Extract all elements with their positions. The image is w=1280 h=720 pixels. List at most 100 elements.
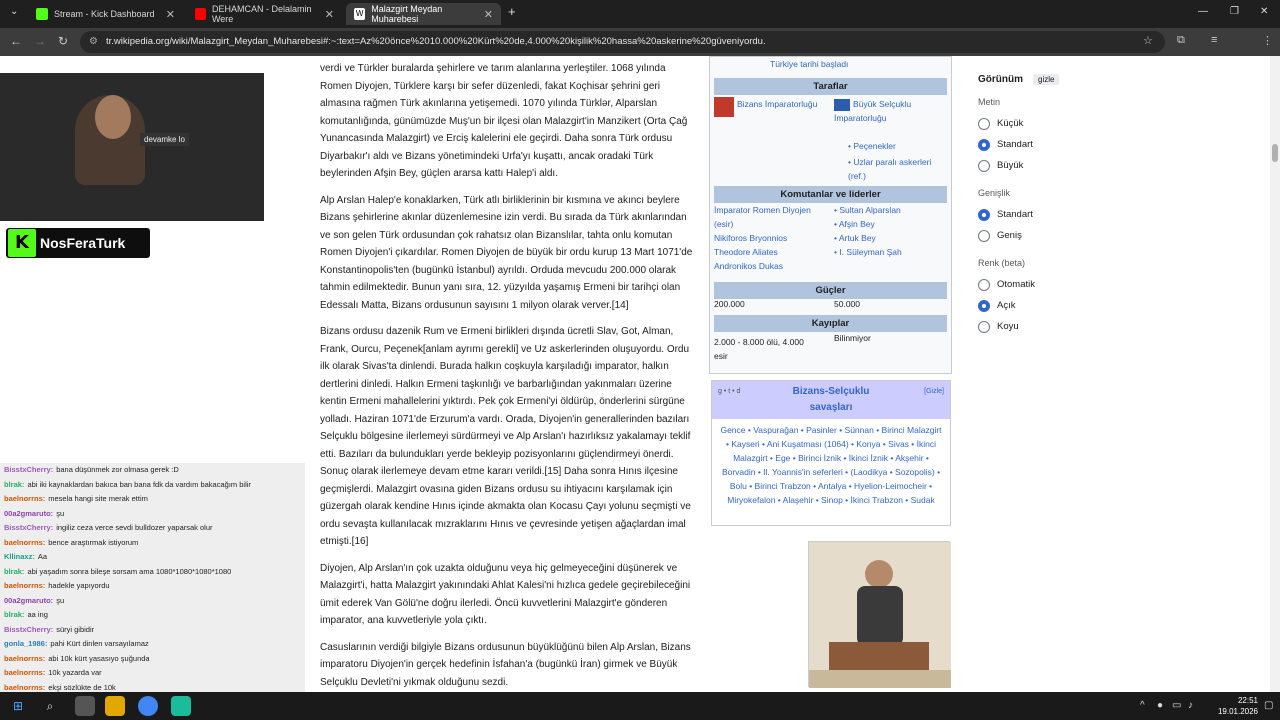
app-icon[interactable] [171, 696, 191, 716]
text-size-standard[interactable]: Standart [978, 134, 1128, 155]
side-seljuk[interactable]: Büyük Selçuklu İmparatorluğu [834, 97, 949, 125]
streamer-name: NosFeraTurk [40, 235, 126, 251]
article-paragraph: Casuslarının verdiği bilgiyle Bizans ord… [320, 641, 691, 688]
infobox-header-losses: Kayıplar [714, 315, 947, 332]
site-info-icon[interactable]: ⚙ [89, 31, 98, 53]
chat-text: bana düşünmek zor olmasa gerek :D [56, 465, 179, 474]
infobox-top-item[interactable]: Türkiye tarihi başladı [710, 57, 951, 69]
reload-icon[interactable]: ↻ [58, 34, 68, 48]
width-wide[interactable]: Geniş [978, 225, 1128, 246]
article-paragraph: Diyojen, Alp Arslan'ın çok uzakta olduğu… [320, 562, 691, 627]
color-auto[interactable]: Otomatik [978, 274, 1128, 295]
navbox-title[interactable]: Bizans-Selçuklu savaşları [776, 384, 886, 416]
chat-message: baelnorrns: abi 10k kürt yasasıyo şuğunda [4, 652, 305, 667]
appearance-header: Görünüm gizle [978, 74, 1128, 85]
radio-icon[interactable] [978, 320, 990, 333]
start-icon[interactable]: ⊞ [8, 696, 28, 716]
streamer-badge: K NosFeraTurk [6, 228, 150, 258]
navbox-header: g • t • d Bizans-Selçuklu savaşları [Giz… [712, 381, 950, 419]
chat-username[interactable]: baelnorrns: [4, 581, 45, 590]
media-icon[interactable]: ≡ [1211, 34, 1217, 46]
taskbar-clock[interactable]: 22:51 19.01.2026 [1218, 695, 1258, 717]
chat-username[interactable]: baelnorrns: [4, 538, 45, 547]
back-icon[interactable]: ← [10, 34, 22, 48]
extensions-icon[interactable]: ⧉ [1177, 34, 1185, 47]
file-explorer-icon[interactable] [105, 696, 125, 716]
color-dark[interactable]: Koyu [978, 316, 1128, 337]
new-tab-button[interactable]: + [508, 4, 516, 19]
chat-message: blrak: aa ing [4, 608, 305, 623]
tab-kick-dashboard[interactable]: Stream - Kick Dashboard ✕ [28, 3, 183, 25]
address-bar: ← → ↻ ⚙ tr.wikipedia.org/wiki/Malazgirt_… [0, 28, 1280, 77]
chat-username[interactable]: baelnorrns: [4, 494, 45, 503]
chat-message: gonla_1986: pahi Kürt dinlen varsayılamaz [4, 637, 305, 652]
wikipedia-icon: W [354, 8, 366, 20]
text-size-large[interactable]: Büyük [978, 155, 1128, 176]
appearance-hide-button[interactable]: gizle [1033, 74, 1060, 85]
restore-icon[interactable]: ❐ [1230, 6, 1239, 17]
close-icon[interactable]: ✕ [325, 8, 334, 21]
radio-icon[interactable] [978, 299, 990, 312]
ally-pechenegs[interactable]: • Peçenekler [848, 139, 896, 153]
navbox-hide[interactable]: [Gizle] [924, 384, 944, 400]
color-light[interactable]: Açık [978, 295, 1128, 316]
chat-username[interactable]: baelnorrns: [4, 668, 45, 677]
url-text: tr.wikipedia.org/wiki/Malazgirt_Meydan_M… [106, 36, 766, 47]
chat-username[interactable]: 00a2gmaruto: [4, 509, 53, 518]
chat-username[interactable]: blrak: [4, 610, 24, 619]
minimize-icon[interactable]: — [1198, 6, 1208, 17]
close-icon[interactable]: ✕ [166, 8, 175, 21]
navbox-controls[interactable]: g • t • d [718, 384, 740, 400]
radio-icon[interactable] [978, 138, 990, 151]
chat-username[interactable]: blrak: [4, 567, 24, 576]
commanders-seljuk[interactable]: • Sultan Alparslan • Afşin Bey • Artuk Bey… [834, 203, 949, 259]
forward-icon[interactable]: → [34, 34, 46, 48]
menu-icon[interactable]: ⋮ [1262, 34, 1273, 47]
chat-username[interactable]: 00a2gmaruto: [4, 596, 53, 605]
task-view-icon[interactable] [75, 696, 95, 716]
chat-username[interactable]: Kllinaxz: [4, 552, 35, 561]
text-size-small[interactable]: Küçük [978, 113, 1128, 134]
radio-icon[interactable] [978, 117, 990, 130]
close-icon[interactable]: ✕ [484, 8, 493, 21]
width-standard[interactable]: Standart [978, 204, 1128, 225]
microphone-icon[interactable]: ● [1157, 700, 1163, 711]
scrollbar-thumb[interactable] [1272, 144, 1278, 162]
ally-uz[interactable]: • Uzlar paralı askerleri (ref.) [848, 155, 948, 183]
side-byzantine[interactable]: Bizans İmparatorluğu [714, 97, 829, 117]
chat-message: baelnorrns: hadekle yapıyordu [4, 579, 305, 594]
radio-icon[interactable] [978, 159, 990, 172]
chat-username[interactable]: gonla_1986: [4, 639, 47, 648]
page-scrollbar[interactable] [1270, 56, 1280, 692]
infobox-header-commanders: Komutanlar ve liderler [714, 186, 947, 203]
radio-icon[interactable] [978, 229, 990, 242]
tab-wikipedia[interactable]: W Malazgirt Meydan Muharebesi ✕ [346, 3, 501, 25]
commanders-byzantine[interactable]: İmparator Romen Diyojen (esir) Nikiforos … [714, 203, 829, 273]
chat-username[interactable]: BisstxCherry: [4, 465, 53, 474]
chat-username[interactable]: blrak: [4, 480, 24, 489]
bookmark-star-icon[interactable]: ☆ [1143, 34, 1153, 47]
chrome-icon[interactable] [138, 696, 158, 716]
chat-message: blrak: abi iki kaynaklardan bakıca ban ba… [4, 478, 305, 493]
radio-icon[interactable] [978, 208, 990, 221]
network-icon[interactable]: ▭ [1172, 700, 1181, 711]
notification-icon[interactable]: ▢ [1264, 700, 1273, 711]
losses-byzantine: 2.000 - 8.000 ölü, 4.000 esir [714, 337, 804, 361]
battle-painting[interactable] [808, 541, 951, 688]
url-input[interactable]: ⚙ tr.wikipedia.org/wiki/Malazgirt_Meydan… [80, 31, 1165, 53]
chat-message: 00a2gmaruto: şu [4, 507, 305, 522]
tab-search-icon[interactable]: ⌄ [10, 6, 18, 17]
close-window-icon[interactable]: ✕ [1260, 6, 1268, 17]
tray-chevron-icon[interactable]: ^ [1140, 700, 1145, 711]
chat-username[interactable]: baelnorrns: [4, 683, 45, 692]
chat-username[interactable]: baelnorrns: [4, 654, 45, 663]
volume-icon[interactable]: ♪ [1188, 700, 1193, 711]
streamer-head [95, 95, 131, 139]
search-icon[interactable]: ⌕ [40, 696, 60, 716]
radio-icon[interactable] [978, 278, 990, 291]
chat-username[interactable]: BisstxCherry: [4, 523, 53, 532]
navbox-items[interactable]: Gence • Vaspurağan • Pasinler • Sünnan •… [712, 419, 950, 511]
tab-youtube[interactable]: DEHAMCAN - Delalamin Were ✕ [187, 3, 342, 25]
chat-message: Kllinaxz: Aa [4, 550, 305, 565]
chat-username[interactable]: BisstxCherry: [4, 625, 53, 634]
